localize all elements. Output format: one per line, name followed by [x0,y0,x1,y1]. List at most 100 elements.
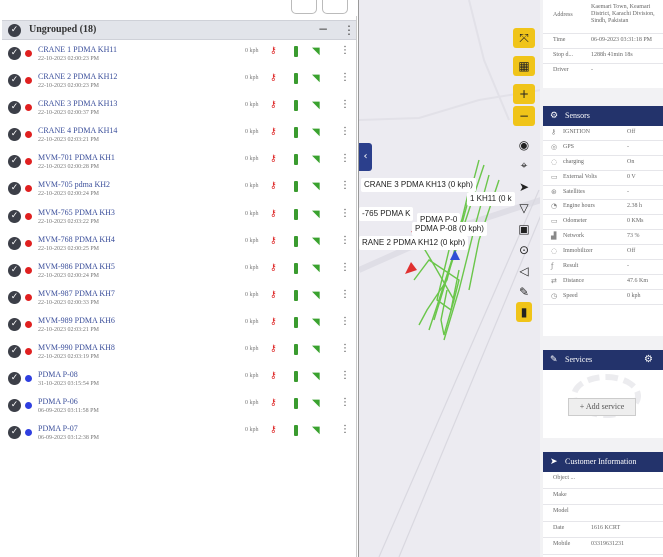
check-circle-icon[interactable]: ✓ [8,182,21,196]
ruler-icon[interactable]: ✎ [513,282,535,302]
sensor-label: Distance [563,277,584,284]
kebab-icon[interactable]: ⋮ [340,72,350,83]
layers-icon[interactable]: ▦ [513,56,535,76]
check-circle-icon[interactable]: ✓ [8,263,21,277]
fullscreen-icon[interactable]: ⤧ [513,28,535,48]
device-row[interactable]: ✓ MVM-986 PDMA KH5 22-10-2023 02:00:24 PM 0… [0,259,356,286]
filter-icon[interactable]: ▽ [513,198,535,218]
device-row[interactable]: ✓ CRANE 1 PDMA KH11 22-10-2023 02:00:23 PM… [0,42,356,69]
device-name[interactable]: PDMA P-08 [38,370,78,379]
kebab-icon[interactable]: ⋮ [340,153,350,164]
wifi-signal-icon: ◥ [312,127,320,139]
device-name[interactable]: MVM-701 PDMA KH1 [38,153,115,162]
check-circle-icon[interactable]: ✓ [8,345,21,359]
key-icon: ⚷ [270,208,277,219]
kebab-icon[interactable]: ⋮ [343,23,355,37]
device-row[interactable]: ✓ PDMA P-08 31-10-2023 03:15:54 PM 0 kph ⚷ ◥ ⋮ [0,367,356,394]
group-header[interactable]: ✓ Ungrouped (18) − ⋮ [2,20,356,40]
map-label-crane3: CRANE 3 PDMA KH13 (0 kph) [361,178,476,192]
device-timestamp: 22-10-2023 02:00:28 PM [38,164,100,171]
device-name[interactable]: PDMA P-07 [38,424,78,433]
kebab-icon[interactable]: ⋮ [340,316,350,327]
device-name[interactable]: MVM-765 PDMA KH3 [38,208,115,217]
device-row[interactable]: ✓ MVM-768 PDMA KH4 22-10-2023 02:00:25 PM 0… [0,232,356,259]
device-name[interactable]: CRANE 4 PDMA KH14 [38,126,117,135]
device-name[interactable]: MVM-990 PDMA KH8 [38,343,115,352]
blue-vehicle-marker[interactable] [450,250,460,260]
check-circle-icon[interactable]: ✓ [8,128,21,142]
eye-icon[interactable]: ◉ [513,135,535,155]
kebab-icon[interactable]: ⋮ [340,370,350,381]
kebab-icon[interactable]: ⋮ [340,99,350,110]
gear-icon[interactable]: ⚙ [644,350,653,370]
device-name[interactable]: MVM-768 PDMA KH4 [38,235,115,244]
kebab-icon[interactable]: ⋮ [340,424,350,435]
sensors-header[interactable]: ⚙ Sensors [543,106,663,126]
device-name[interactable]: MVM-986 PDMA KH5 [38,262,115,271]
sensor-row: ◌ Immobilizer Off [543,245,663,261]
check-circle-icon[interactable]: ✓ [8,236,21,250]
sensor-value: - [627,263,629,270]
device-row[interactable]: ✓ MVM-990 PDMA KH8 22-10-2023 02:03:19 PM 0… [0,340,356,367]
device-row[interactable]: ✓ MVM-701 PDMA KH1 22-10-2023 02:00:28 PM 0… [0,150,356,177]
add-service-button[interactable]: + Add service [568,398,636,416]
check-circle-icon[interactable]: ✓ [8,209,21,223]
device-row[interactable]: ✓ MVM-765 PDMA KH3 22-10-2023 02:03:22 PM 0… [0,205,356,232]
panel-tab-1[interactable] [291,0,317,14]
check-circle-icon[interactable]: ✓ [8,290,21,304]
check-circle-icon[interactable]: ✓ [8,24,21,37]
kebab-icon[interactable]: ⋮ [340,180,350,191]
wrench-icon: ✎ [550,355,558,365]
device-row[interactable]: ✓ CRANE 2 PDMA KH12 22-10-2023 02:00:23 PM… [0,69,356,96]
device-name[interactable]: CRANE 3 PDMA KH13 [38,99,117,108]
kebab-icon[interactable]: ⋮ [340,397,350,408]
collapse-panel-button[interactable]: ‹ [359,143,372,171]
tag-icon[interactable]: ▮ [516,302,532,322]
check-circle-icon[interactable]: ✓ [8,317,21,331]
device-row[interactable]: ✓ CRANE 4 PDMA KH14 22-10-2023 02:03:21 PM… [0,123,356,150]
minus-icon[interactable]: − [318,22,328,36]
zoom-out-icon[interactable]: − [513,106,535,126]
check-circle-icon[interactable]: ✓ [8,101,21,115]
device-row[interactable]: ✓ CRANE 3 PDMA KH13 22-10-2023 02:00:37 PM… [0,96,356,123]
customer-info-header[interactable]: ➤ Customer Information [543,452,663,472]
device-list: ✓ CRANE 1 PDMA KH11 22-10-2023 02:00:23 PM… [0,42,356,448]
map-view[interactable]: CRANE 3 PDMA KH13 (0 kph) 1 KH11 (0 k -7… [358,0,540,557]
kebab-icon[interactable]: ⋮ [340,45,350,56]
device-name[interactable]: CRANE 2 PDMA KH12 [38,72,117,81]
zoom-in-icon[interactable]: + [513,84,535,104]
kebab-icon[interactable]: ⋮ [340,208,350,219]
crosshair-icon[interactable]: ⌖ [513,155,535,175]
device-row[interactable]: ✓ PDMA P-06 06-09-2023 03:11:58 PM 0 kph ⚷ ◥ ⋮ [0,394,356,421]
check-circle-icon[interactable]: ✓ [8,47,21,60]
wifi-signal-icon: ◥ [312,344,320,356]
sensor-row: ⇄ Distance 47.6 Km [543,275,663,290]
kebab-icon[interactable]: ⋮ [340,343,350,354]
kebab-icon[interactable]: ⋮ [340,262,350,273]
kebab-icon[interactable]: ⋮ [340,289,350,300]
device-name[interactable]: CRANE 1 PDMA KH11 [38,45,117,54]
kebab-icon[interactable]: ⋮ [340,235,350,246]
device-row[interactable]: ✓ MVM-705 pdma KH2 22-10-2023 02:00:24 PM 0… [0,177,356,204]
lock-icon[interactable]: ▣ [513,219,535,239]
sound-icon[interactable]: ◁ [513,261,535,281]
device-row[interactable]: ✓ MVM-989 PDMA KH6 22-10-2023 02:03:21 PM 0… [0,313,356,340]
check-circle-icon[interactable]: ✓ [8,155,21,169]
check-circle-icon[interactable]: ✓ [8,399,21,413]
device-name[interactable]: PDMA P-06 [38,397,78,406]
kebab-icon[interactable]: ⋮ [340,126,350,137]
panel-tab-2[interactable] [322,0,348,14]
device-timestamp: 22-10-2023 02:00:25 PM [38,245,100,252]
pin-icon[interactable]: ⊙ [513,240,535,260]
navigate-arrow-icon[interactable]: ➤ [513,177,535,197]
check-circle-icon[interactable]: ✓ [8,372,21,386]
red-vehicle-marker[interactable] [405,262,417,274]
device-row[interactable]: ✓ PDMA P-07 06-09-2023 03:12:38 PM 0 kph ⚷ ◥ ⋮ [0,421,356,448]
services-header[interactable]: ✎ Services ⚙ [543,350,663,370]
device-name[interactable]: MVM-989 PDMA KH6 [38,316,115,325]
check-circle-icon[interactable]: ✓ [8,74,21,88]
device-name[interactable]: MVM-705 pdma KH2 [38,180,110,189]
check-circle-icon[interactable]: ✓ [8,426,21,440]
device-name[interactable]: MVM-987 PDMA KH7 [38,289,115,298]
device-row[interactable]: ✓ MVM-987 PDMA KH7 22-10-2023 02:00:33 PM 0… [0,286,356,313]
